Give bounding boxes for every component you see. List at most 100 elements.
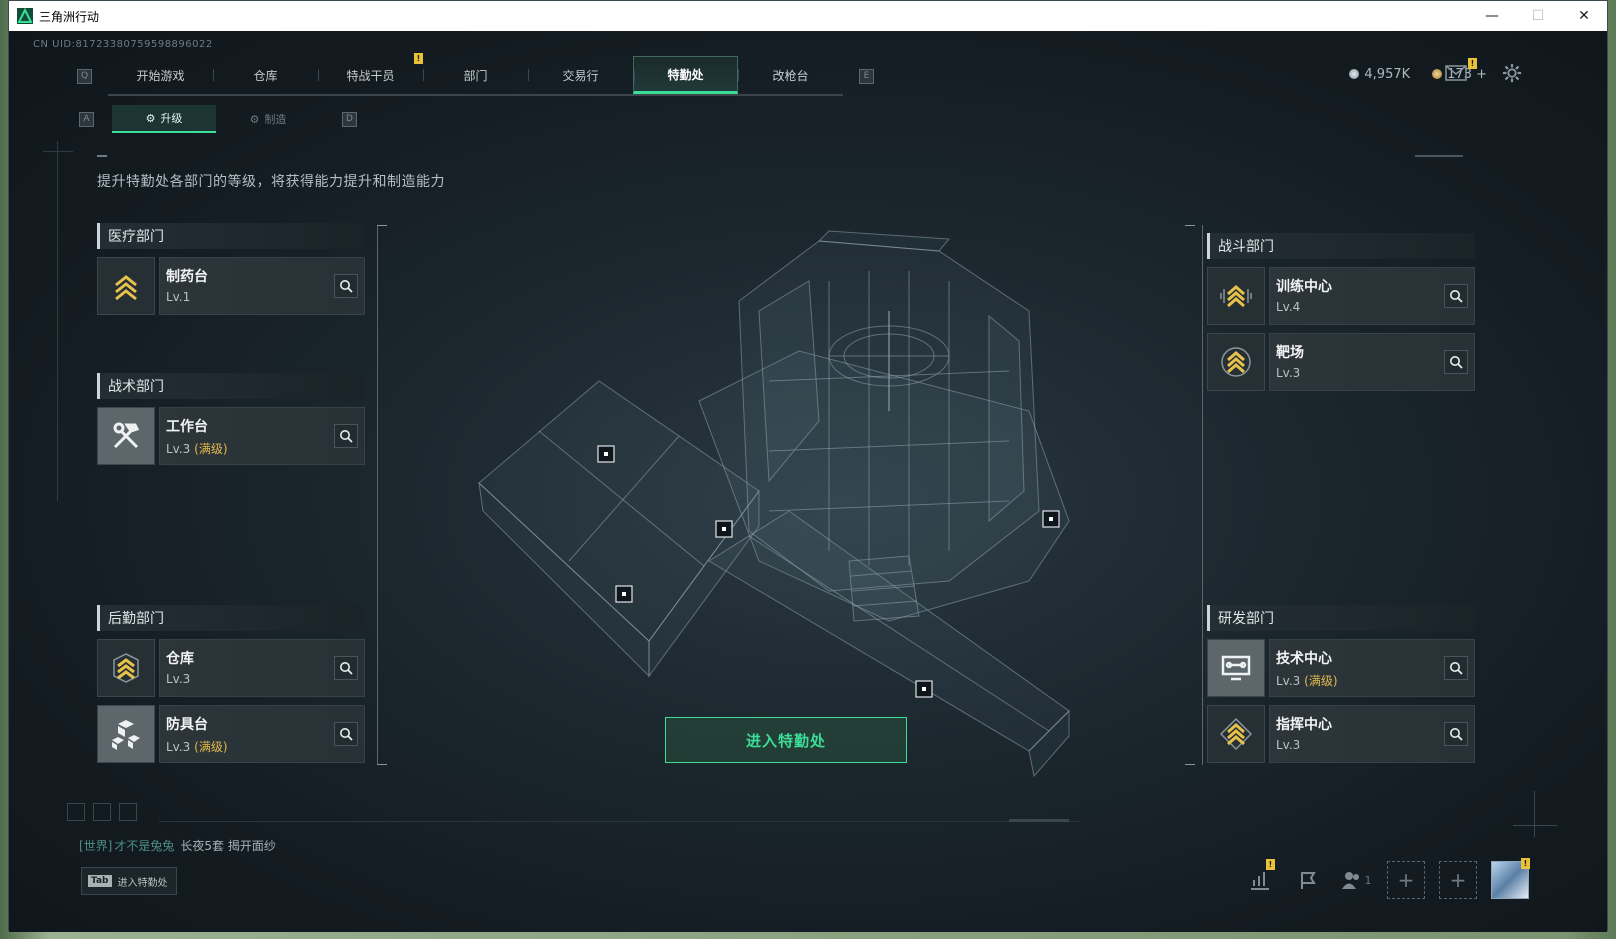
title-bar: 三角洲行动 — ☐ ✕ [9,1,1607,31]
search-icon[interactable] [334,274,358,298]
max-level-tag: (满级) [194,442,228,456]
chat-username[interactable]: 才不是兔兔 [114,839,174,853]
game-window: 三角洲行动 — ☐ ✕ CN UID:81723380759598896022 … [8,0,1608,932]
tab-special-ops[interactable]: 特勤处 [633,56,738,94]
dept-micro-label [97,365,365,373]
world-chat[interactable]: [世界] 才不是兔兔 长夜5套 揭开面纱 [79,837,276,854]
coin-balance[interactable]: 4,957K [1349,67,1410,82]
rank-chevron-icon [1207,333,1265,391]
search-icon[interactable] [334,722,358,746]
facility-shooting-range[interactable]: 靶场 Lv.3 [1207,333,1475,391]
tab-market[interactable]: 交易行 [528,56,633,94]
stats-badge: ! [1266,859,1275,870]
tab-gunsmith[interactable]: 改枪台 [738,56,843,94]
enter-special-ops-button[interactable]: 进入特勤处 [665,717,907,763]
close-button[interactable]: ✕ [1561,1,1607,31]
chat-channel: [世界] [79,839,113,853]
facility-warehouse[interactable]: 仓库 Lv.3 [97,639,365,697]
level-text: Lv.3 [166,442,191,456]
facility-command-center[interactable]: 指挥中心 Lv.3 [1207,705,1475,763]
facility-info: 技术中心 Lv.3 (满级) [1269,639,1475,697]
enter-special-ops-shortcut[interactable]: Tab 进入特勤处 [81,867,177,895]
dept-logistics: 后勤部门 仓库 Lv.3 防具台 Lv.3 (满级) [97,597,365,763]
minimize-button[interactable]: — [1469,1,1515,31]
left-rail [57,141,58,501]
search-icon[interactable] [334,424,358,448]
sub-nav: A ⚙ 升级 ⚙ 制造 D [79,105,357,133]
tab-craft[interactable]: ⚙ 制造 [216,105,320,133]
level-text: Lv.3 [1276,674,1301,688]
hud-squares [67,803,137,821]
avatar-badge: ! [1521,858,1530,869]
maximize-button[interactable]: ☐ [1515,1,1561,31]
dept-title: 医疗部门 [97,223,365,249]
rank-chevron-icon [97,639,155,697]
tab-operators[interactable]: 特战干员 ! [318,53,423,94]
nav-next-key[interactable]: E [859,68,874,84]
search-icon[interactable] [1444,722,1468,746]
flag-icon[interactable] [1291,863,1325,897]
team-slot-add-1[interactable]: + [1387,861,1425,899]
tab-upgrade[interactable]: ⚙ 升级 [112,105,216,133]
tab-departments[interactable]: 部门 [423,56,528,94]
friends-count: 1 [1364,873,1372,887]
left-rail-tick [43,151,73,152]
page-hint: 提升特勤处各部门的等级，将获得能力提升和制造能力 [97,174,445,190]
hud-crosshair-h [1513,825,1557,826]
stats-icon[interactable]: ! [1243,859,1277,897]
friends-button[interactable]: 1 [1339,863,1373,897]
dept-title: 战术部门 [97,373,365,399]
max-level-tag: (满级) [194,740,228,754]
right-mark [1415,155,1463,157]
facility-info: 仓库 Lv.3 [159,639,365,697]
search-icon[interactable] [334,656,358,680]
gear-icon[interactable] [1501,62,1523,84]
tools-icon [97,407,155,465]
facility-info: 靶场 Lv.3 [1269,333,1475,391]
dept-micro-label [1207,225,1475,233]
window-title: 三角洲行动 [39,9,100,24]
nav-tabs: 开始游戏 仓库 特战干员 ! 部门 交易行 特勤处 改枪台 [108,53,843,96]
search-icon[interactable] [1444,284,1468,308]
left-bracket-top [377,225,387,226]
search-icon[interactable] [1444,656,1468,680]
facility-info: 训练中心 Lv.4 [1269,267,1475,325]
tab-warehouse[interactable]: 仓库 [213,56,318,94]
armor-cubes-icon [97,705,155,763]
main-nav: Q 开始游戏 仓库 特战干员 ! 部门 交易行 特勤处 改枪台 E [77,53,874,96]
facility-workbench[interactable]: 工作台 Lv.3 (满级) [97,407,365,465]
hud-line-accent [1009,819,1069,822]
facility-armor-bench[interactable]: 防具台 Lv.3 (满级) [97,705,365,763]
bottom-toolbar: ! 1 + + ! [1243,858,1530,899]
tab-operators-label: 特战干员 [346,68,395,83]
game-viewport: CN UID:81723380759598896022 Q 开始游戏 仓库 特战… [9,31,1607,932]
subnav-next-key[interactable]: D [342,111,357,127]
headquarters-wireframe[interactable] [469,221,1109,781]
player-avatar[interactable]: ! [1491,858,1530,899]
tab-start-game[interactable]: 开始游戏 [108,56,213,94]
nav-prev-key[interactable]: Q [77,68,92,84]
dept-title: 后勤部门 [97,605,365,631]
left-bracket [377,225,387,765]
mail-icon[interactable] [1445,65,1467,81]
dept-tactical: 战术部门 工作台 Lv.3 (满级) [97,365,365,465]
craft-icon: ⚙ [249,112,260,126]
right-bracket-top [1185,225,1195,226]
level-text: Lv.3 [166,740,191,754]
uid-label: CN UID:81723380759598896022 [33,39,213,50]
upgrade-icon: ⚙ [145,111,156,125]
search-icon[interactable] [1444,350,1468,374]
facility-info: 防具台 Lv.3 (满级) [159,705,365,763]
facility-training-center[interactable]: 训练中心 Lv.4 [1207,267,1475,325]
tab-upgrade-label: 升级 [160,112,183,125]
level-text: Lv.3 [166,672,191,686]
rank-chevron-icon [1207,705,1265,763]
facility-pharmacy[interactable]: 制药台 Lv.1 [97,257,365,315]
facility-info: 制药台 Lv.1 [159,257,365,315]
team-slot-add-2[interactable]: + [1439,861,1477,899]
chat-message: 长夜5套 揭开面纱 [180,839,276,853]
coin-icon [1349,69,1360,79]
level-text: Lv.4 [1276,300,1301,314]
subnav-prev-key[interactable]: A [79,111,94,127]
facility-tech-center[interactable]: 技术中心 Lv.3 (满级) [1207,639,1475,697]
